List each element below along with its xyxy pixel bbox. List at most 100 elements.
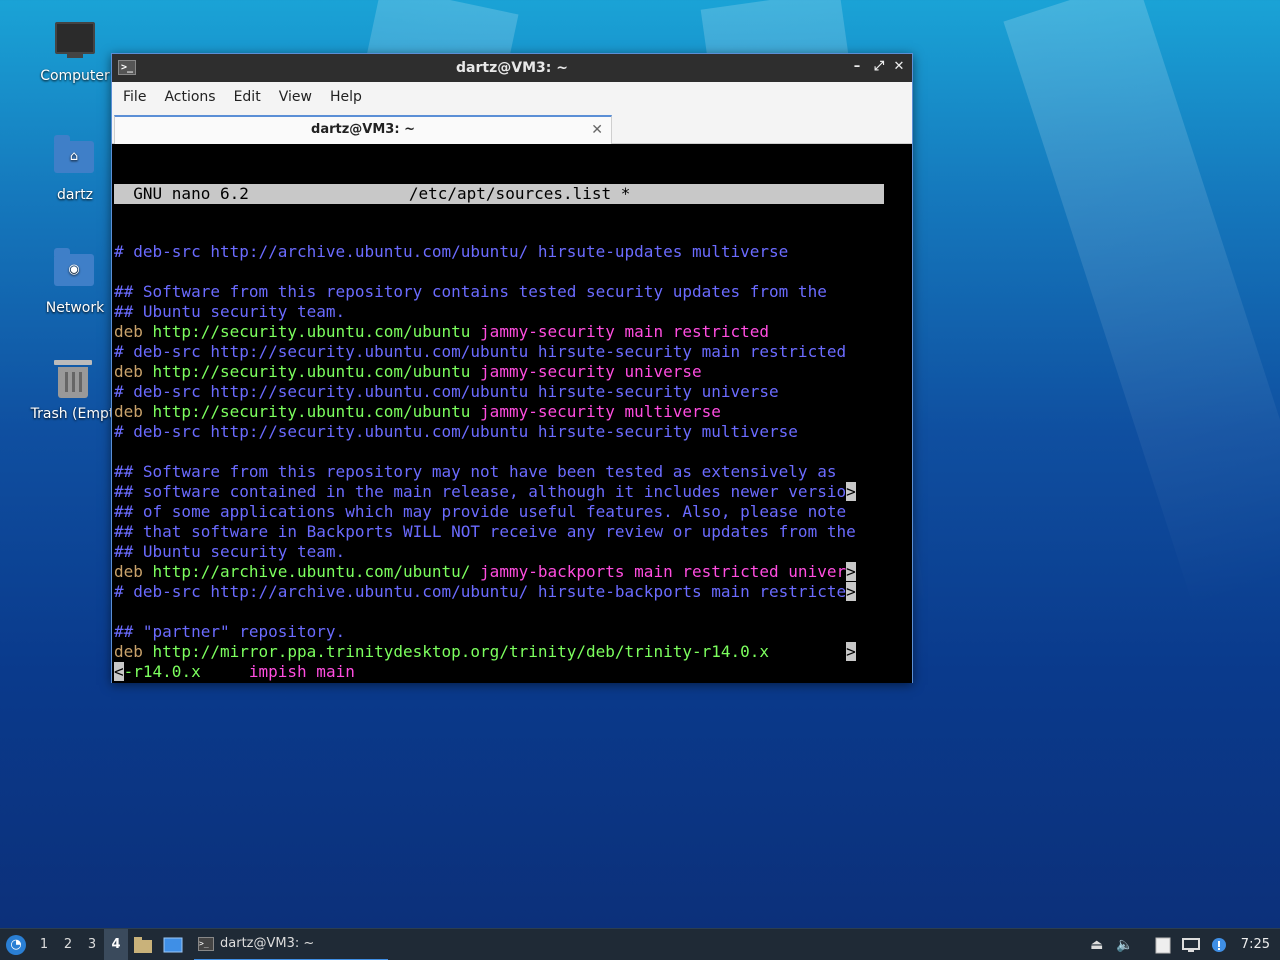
- tab-bar: dartz@VM3: ~ ✕: [112, 112, 912, 144]
- window-titlebar[interactable]: >_ dartz@VM3: ~ – ⤢ ✕: [112, 54, 912, 82]
- terminal-text: jammy-security universe: [480, 362, 702, 381]
- terminal-line: ## of some applications which may provid…: [114, 502, 884, 522]
- nano-header: GNU nano 6.2/etc/apt/sources.list *: [114, 184, 884, 204]
- minimize-button[interactable]: –: [848, 58, 866, 76]
- text-cursor: [355, 662, 365, 681]
- terminal-line: # deb-src http://archive.ubuntu.com/ubun…: [114, 582, 884, 602]
- terminal-line: ## software contained in the main releas…: [114, 482, 884, 502]
- terminal-line: ## Software from this repository contain…: [114, 282, 884, 302]
- file-manager-icon[interactable]: [130, 932, 156, 958]
- terminal-window[interactable]: >_ dartz@VM3: ~ – ⤢ ✕ File Actions Edit …: [111, 53, 913, 683]
- start-menu-button[interactable]: ◔: [0, 929, 32, 960]
- terminal-area[interactable]: GNU nano 6.2/etc/apt/sources.list * # de…: [112, 144, 912, 683]
- terminal-text: ## "partner" repository.: [114, 622, 346, 641]
- terminal-line: deb http://security.ubuntu.com/ubuntu ja…: [114, 362, 884, 382]
- network-folder-icon: ◉: [54, 248, 96, 294]
- workspace-1[interactable]: 1: [32, 937, 56, 952]
- terminal-text: # deb-src http://security.ubuntu.com/ubu…: [114, 422, 798, 441]
- notification-icon[interactable]: [1207, 935, 1231, 955]
- close-button[interactable]: ✕: [890, 58, 908, 76]
- tab-terminal[interactable]: dartz@VM3: ~ ✕: [114, 115, 612, 144]
- terminal-line: <-r14.0.x impish main: [114, 662, 884, 682]
- terminal-line: deb http://mirror.ppa.trinitydesktop.org…: [114, 642, 884, 662]
- terminal-text: ## that software in Backports WILL NOT r…: [114, 522, 856, 541]
- volume-icon[interactable]: 🔈: [1113, 935, 1137, 955]
- terminal-text: deb: [114, 362, 153, 381]
- menu-help[interactable]: Help: [323, 89, 369, 105]
- terminal-line: ## Ubuntu security team.: [114, 542, 884, 562]
- terminal-text: deb: [114, 402, 153, 421]
- menu-actions[interactable]: Actions: [157, 89, 222, 105]
- nano-key: >: [846, 562, 856, 581]
- nano-key: <: [114, 662, 124, 681]
- desktop-icon-computer[interactable]: Computer: [25, 22, 125, 84]
- nano-key: >: [846, 482, 856, 501]
- show-desktop-icon[interactable]: [160, 932, 186, 958]
- nano-editor[interactable]: GNU nano 6.2/etc/apt/sources.list * # de…: [114, 146, 884, 683]
- light-ray: [1003, 0, 1280, 612]
- clock[interactable]: 7:25: [1241, 937, 1270, 952]
- network-icon[interactable]: [1179, 935, 1203, 955]
- terminal-text: http://security.ubuntu.com/ubuntu: [152, 362, 481, 381]
- workspace-2[interactable]: 2: [56, 937, 80, 952]
- menu-view[interactable]: View: [272, 89, 319, 105]
- terminal-text: impish main: [248, 662, 355, 681]
- nano-version: GNU nano 6.2: [114, 184, 249, 203]
- task-label: dartz@VM3: ~: [220, 936, 315, 951]
- taskbar: ◔ 1 2 3 4 >_ dartz@VM3: ~ ⏏ 🔈 7:25: [0, 928, 1280, 960]
- terminal-line: ## that software in Backports WILL NOT r…: [114, 522, 884, 542]
- terminal-text: # deb-src http://security.ubuntu.com/ubu…: [114, 342, 847, 361]
- terminal-text: ## of some applications which may provid…: [114, 502, 847, 521]
- terminal-text: ## Software from this repository contain…: [114, 282, 827, 301]
- clipboard-icon[interactable]: [1151, 935, 1175, 955]
- terminal-text: deb: [114, 562, 153, 581]
- terminal-text: # deb-src http://archive.ubuntu.com/ubun…: [114, 582, 847, 601]
- menu-file[interactable]: File: [116, 89, 153, 105]
- system-tray: ⏏ 🔈 7:25: [1083, 929, 1280, 960]
- terminal-text: deb: [114, 642, 153, 661]
- terminal-text: -r14.0.x: [123, 662, 249, 681]
- desktop-icon-trash[interactable]: Trash (Empt: [20, 360, 125, 422]
- terminal-text: ## Software from this repository may not…: [114, 462, 837, 481]
- menu-edit[interactable]: Edit: [227, 89, 268, 105]
- terminal-line: deb http://archive.ubuntu.com/ubuntu/ ja…: [114, 562, 884, 582]
- eject-icon[interactable]: ⏏: [1085, 935, 1109, 955]
- terminal-text: jammy-security multiverse: [480, 402, 721, 421]
- desktop-icon-label: Trash (Empt: [30, 406, 115, 422]
- desktop-icon-label: Computer: [40, 68, 110, 84]
- tab-label: dartz@VM3: ~: [311, 122, 415, 137]
- trash-icon: [52, 360, 94, 400]
- terminal-text: http://archive.ubuntu.com/ubuntu/: [152, 562, 481, 581]
- terminal-text: ## Ubuntu security team.: [114, 302, 346, 321]
- terminal-line: # deb-src http://security.ubuntu.com/ubu…: [114, 382, 884, 402]
- window-title: dartz@VM3: ~: [456, 60, 568, 76]
- terminal-text: http://mirror.ppa.trinitydesktop.org/tri…: [152, 642, 847, 661]
- terminal-line: ## Software from this repository may not…: [114, 462, 884, 482]
- terminal-line: # deb-src http://security.ubuntu.com/ubu…: [114, 422, 884, 442]
- desktop-icon-home[interactable]: ⌂ dartz: [25, 135, 125, 203]
- desktop-icon-network[interactable]: ◉ Network: [25, 248, 125, 316]
- terminal-line: deb http://security.ubuntu.com/ubuntu ja…: [114, 322, 884, 342]
- lubuntu-logo-icon: ◔: [6, 934, 26, 955]
- terminal-text: jammy-security main restricted: [480, 322, 770, 341]
- workspace-4[interactable]: 4: [104, 928, 128, 960]
- maximize-button[interactable]: ⤢: [870, 58, 888, 76]
- workspace-3[interactable]: 3: [80, 937, 104, 952]
- terminal-line: ## Ubuntu security team.: [114, 302, 884, 322]
- terminal-scrollbar[interactable]: [884, 144, 912, 683]
- terminal-text: # deb-src http://archive.ubuntu.com/ubun…: [114, 242, 789, 261]
- tab-close-icon[interactable]: ✕: [591, 117, 603, 143]
- nano-key: >: [846, 642, 856, 661]
- monitor-icon: [54, 22, 96, 62]
- taskbar-task-terminal[interactable]: >_ dartz@VM3: ~: [194, 929, 388, 960]
- menubar: File Actions Edit View Help: [112, 82, 912, 112]
- home-folder-icon: ⌂: [54, 135, 96, 181]
- terminal-icon: >_: [198, 936, 214, 951]
- terminal-text: # deb-src http://security.ubuntu.com/ubu…: [114, 382, 779, 401]
- terminal-text: jammy-backports main restricted univer: [480, 562, 847, 581]
- nano-key: >: [846, 582, 856, 601]
- terminal-line: # deb-src http://security.ubuntu.com/ubu…: [114, 342, 884, 362]
